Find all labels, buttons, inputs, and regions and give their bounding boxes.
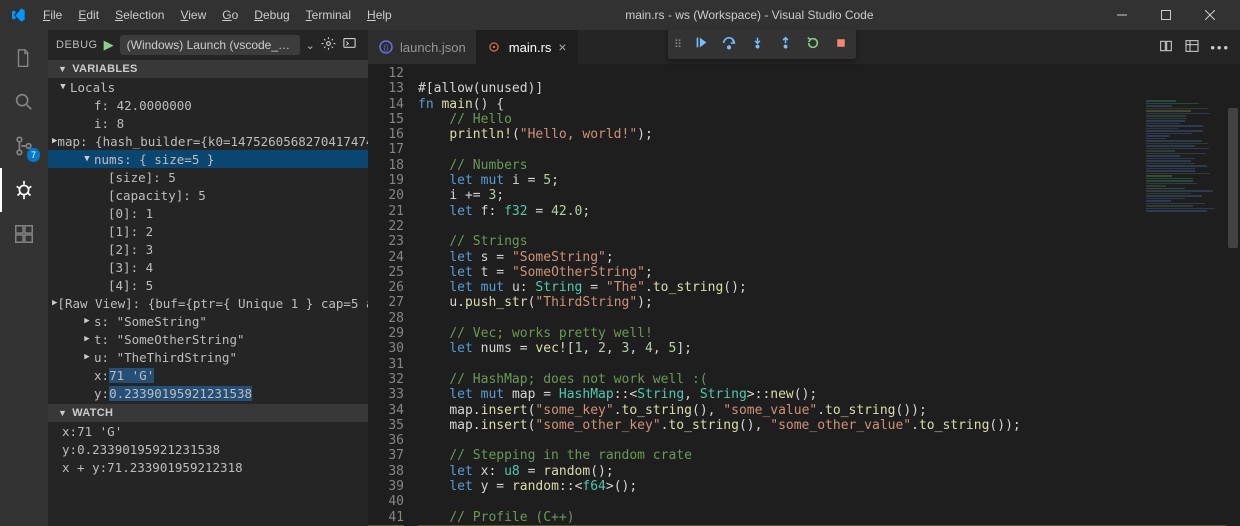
watch-row[interactable]: x: 71 'G': [48, 422, 368, 440]
chevron-down-icon: ▼: [58, 64, 67, 74]
variable-row[interactable]: y: 0.23390195921231538: [48, 384, 368, 402]
variable-row[interactable]: ▶t: "SomeOtherString": [48, 330, 368, 348]
variable-row[interactable]: ▼nums: { size=5 }: [48, 150, 368, 168]
extensions-icon[interactable]: [0, 212, 48, 256]
variables-tree[interactable]: ▼ Locals f: 42.0000000i: 8▶map: {hash_bu…: [48, 78, 368, 402]
menu-view[interactable]: View: [173, 4, 213, 26]
variable-row[interactable]: i: 8: [48, 114, 368, 132]
scrollbar-thumb[interactable]: [1228, 108, 1238, 248]
line-gutter: 1213141516171819202122232425262728293031…: [368, 64, 418, 526]
menu-debug[interactable]: Debug: [247, 4, 296, 26]
gear-icon[interactable]: [321, 36, 336, 54]
code-content[interactable]: #[allow(unused)]fn main() { // Hello pri…: [418, 64, 1240, 526]
step-out-button[interactable]: [776, 36, 794, 52]
menu-help[interactable]: Help: [360, 4, 399, 26]
variables-title: VARIABLES: [72, 63, 137, 75]
scrollbar[interactable]: [1226, 98, 1240, 526]
js-file-icon: {}: [378, 40, 393, 55]
tab-bar: {} launch.json main.rs × ⠿: [368, 30, 1240, 64]
tab-main-rs[interactable]: main.rs ×: [477, 30, 578, 64]
window-controls: [1100, 0, 1232, 30]
variable-row[interactable]: [4]: 5: [48, 276, 368, 294]
svg-text:{}: {}: [383, 45, 388, 52]
rs-file-icon: [487, 40, 502, 55]
variable-row[interactable]: [0]: 1: [48, 204, 368, 222]
explorer-icon[interactable]: [0, 36, 48, 80]
variable-row[interactable]: f: 42.0000000: [48, 96, 368, 114]
editor-actions: •••: [1148, 30, 1240, 64]
variables-scope[interactable]: ▼ Locals: [48, 78, 368, 96]
variable-row[interactable]: ▶map: {hash_builder={k0=1475260568270417…: [48, 132, 368, 150]
watch-row[interactable]: y: 0.23390195921231538: [48, 440, 368, 458]
variable-row[interactable]: [1]: 2: [48, 222, 368, 240]
stop-button[interactable]: [832, 37, 850, 52]
variable-row[interactable]: ▶[Raw View]: {buf={ptr={ Unique 1 } cap=…: [48, 294, 368, 312]
source-control-icon[interactable]: 7: [0, 124, 48, 168]
editor-area: {} launch.json main.rs × ⠿: [368, 30, 1240, 526]
step-into-button[interactable]: [748, 36, 766, 52]
variable-row[interactable]: [size]: 5: [48, 168, 368, 186]
variable-row[interactable]: ▶u: "TheThirdString": [48, 348, 368, 366]
layout-icon[interactable]: [1184, 38, 1200, 57]
console-icon[interactable]: [342, 36, 357, 54]
scm-badge: 7: [27, 148, 40, 162]
menu-bar: FileEditSelectionViewGoDebugTerminalHelp: [36, 4, 399, 26]
variable-row[interactable]: ▶s: "SomeString": [48, 312, 368, 330]
drag-handle-icon[interactable]: ⠿: [674, 38, 682, 51]
watch-tree[interactable]: x: 71 'G'y: 0.23390195921231538x + y: 71…: [48, 422, 368, 476]
menu-terminal[interactable]: Terminal: [299, 4, 358, 26]
maximize-button[interactable]: [1144, 0, 1188, 30]
chevron-down-icon: ▼: [58, 408, 67, 418]
variables-header[interactable]: ▼ VARIABLES: [48, 60, 368, 78]
activity-bar: 7: [0, 30, 48, 526]
close-button[interactable]: [1188, 0, 1232, 30]
step-over-button[interactable]: [720, 36, 738, 53]
menu-file[interactable]: File: [36, 4, 69, 26]
minimap[interactable]: [1146, 100, 1226, 524]
debug-label: DEBUG: [56, 39, 98, 51]
debug-config-select[interactable]: (Windows) Launch (vscode_debug_exa: [120, 35, 300, 55]
debug-side-panel: DEBUG ▶ (Windows) Launch (vscode_debug_e…: [48, 30, 368, 526]
tab-label: main.rs: [509, 40, 552, 55]
debug-toolbar: DEBUG ▶ (Windows) Launch (vscode_debug_e…: [48, 30, 368, 60]
vscode-logo-icon: [8, 5, 28, 25]
chevron-down-icon[interactable]: ⌄: [306, 39, 315, 52]
menu-edit[interactable]: Edit: [71, 4, 106, 26]
close-icon[interactable]: ×: [558, 39, 566, 55]
titlebar: FileEditSelectionViewGoDebugTerminalHelp…: [0, 0, 1240, 30]
variable-row[interactable]: [3]: 4: [48, 258, 368, 276]
menu-selection[interactable]: Selection: [108, 4, 171, 26]
watch-header[interactable]: ▼ WATCH: [48, 404, 368, 422]
tab-launch-json[interactable]: {} launch.json: [368, 30, 477, 64]
watch-title: WATCH: [72, 407, 113, 419]
search-icon[interactable]: [0, 80, 48, 124]
window-title: main.rs - ws (Workspace) - Visual Studio…: [399, 8, 1100, 22]
minimize-button[interactable]: [1100, 0, 1144, 30]
split-editor-icon[interactable]: [1158, 38, 1174, 57]
code-editor[interactable]: 1213141516171819202122232425262728293031…: [368, 64, 1240, 526]
variable-row[interactable]: [2]: 3: [48, 240, 368, 258]
tab-label: launch.json: [400, 40, 466, 55]
menu-go[interactable]: Go: [215, 4, 245, 26]
continue-button[interactable]: [692, 36, 710, 52]
watch-row[interactable]: x + y: 71.233901959212318: [48, 458, 368, 476]
restart-button[interactable]: [804, 36, 822, 53]
variable-row[interactable]: [capacity]: 5: [48, 186, 368, 204]
more-icon[interactable]: •••: [1210, 40, 1230, 55]
debug-icon[interactable]: [0, 168, 48, 212]
debug-action-bar[interactable]: ⠿: [668, 29, 856, 59]
start-debug-button[interactable]: ▶: [104, 37, 114, 53]
variable-row[interactable]: x: 71 'G': [48, 366, 368, 384]
